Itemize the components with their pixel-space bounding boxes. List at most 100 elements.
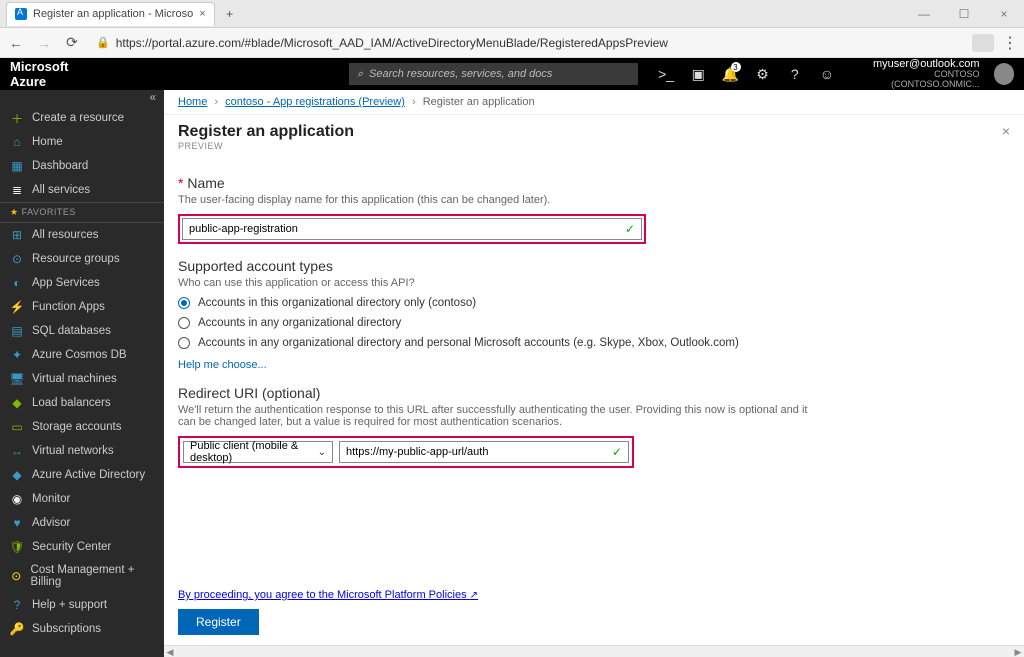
sidebar-item-home[interactable]: ⌂Home xyxy=(0,130,164,154)
redirect-type-select[interactable]: Public client (mobile & desktop) ⌄ xyxy=(183,441,333,463)
radio-label: Accounts in this organizational director… xyxy=(198,297,476,309)
window-close-icon[interactable]: × xyxy=(984,0,1024,28)
directory-filter-icon[interactable]: ▣ xyxy=(686,58,710,90)
help-icon[interactable]: ? xyxy=(783,58,807,90)
user-account[interactable]: myuser@outlook.com CONTOSO (CONTOSO.ONMI… xyxy=(853,58,980,90)
feedback-icon[interactable]: ☺ xyxy=(815,58,839,90)
sidebar-item-label: SQL databases xyxy=(32,325,111,337)
radio-icon xyxy=(178,317,190,329)
window-controls: — ☐ × xyxy=(904,0,1024,28)
notifications-icon[interactable]: 🔔3 xyxy=(718,58,742,90)
sidebar-item-function-apps[interactable]: ⚡Function Apps xyxy=(0,295,164,319)
sidebar-item-storage-accounts[interactable]: ▭Storage accounts xyxy=(0,415,164,439)
sidebar-item-virtual-machines[interactable]: 🖥Virtual machines xyxy=(0,367,164,391)
sidebar-item-load-balancers[interactable]: ◆Load balancers xyxy=(0,391,164,415)
avatar[interactable] xyxy=(994,63,1014,85)
browser-address-bar: ← → ⟳ 🔒 https://portal.azure.com/#blade/… xyxy=(0,28,1024,58)
sidebar-item-resource-groups[interactable]: ⊙Resource groups xyxy=(0,247,164,271)
sidebar-item-azure-ad[interactable]: ◆Azure Active Directory xyxy=(0,463,164,487)
window-maximize-icon[interactable]: ☐ xyxy=(944,0,984,28)
settings-icon[interactable]: ⚙ xyxy=(751,58,775,90)
sidebar-item-dashboard[interactable]: ▦ Dashboard xyxy=(0,154,164,178)
sidebar-item-all-services[interactable]: ≣All services xyxy=(0,178,164,202)
sidebar-item-label: Cost Management + Billing xyxy=(31,564,154,588)
all-services-icon: ≣ xyxy=(10,183,24,197)
check-icon: ✓ xyxy=(612,445,622,459)
breadcrumb-current: Register an application xyxy=(423,96,535,108)
blade-close-icon[interactable]: × xyxy=(1002,123,1010,139)
global-search-input[interactable]: ⌕ Search resources, services, and docs xyxy=(349,63,638,85)
platform-policies-link[interactable]: By proceeding, you agree to the Microsof… xyxy=(178,589,478,601)
browser-titlebar: Register an application - Microso × + — … xyxy=(0,0,1024,28)
sidebar-item-label: App Services xyxy=(32,277,100,289)
sidebar-item-all-resources[interactable]: ⊞All resources xyxy=(0,223,164,247)
left-nav-sidebar: « ＋Create a resource⌂Home ▦ Dashboard ≣All … xyxy=(0,90,164,657)
new-tab-button[interactable]: + xyxy=(219,3,241,25)
breadcrumb-home[interactable]: Home xyxy=(178,96,207,108)
tab-favicon xyxy=(15,8,27,20)
account-type-option-2[interactable]: Accounts in any organizational directory… xyxy=(178,337,818,349)
security-center-icon: 🛡 xyxy=(10,540,24,554)
sidebar-item-app-services[interactable]: ◐App Services xyxy=(0,271,164,295)
redirect-uri-input[interactable]: ✓ xyxy=(339,441,629,463)
sidebar-item-create-resource[interactable]: ＋Create a resource xyxy=(0,106,164,130)
name-heading: Name xyxy=(178,175,818,191)
sidebar-item-label: Dashboard xyxy=(32,160,88,172)
nav-forward-icon[interactable]: → xyxy=(34,33,54,53)
sidebar-item-security-center[interactable]: 🛡Security Center xyxy=(0,535,164,559)
cloud-shell-icon[interactable]: >_ xyxy=(654,58,678,90)
lock-icon: 🔒 xyxy=(96,36,110,49)
sidebar-item-sql-databases[interactable]: ▤ SQL databases xyxy=(0,319,164,343)
cosmos-db-icon: ✦ xyxy=(10,348,24,362)
sidebar-item-advisor[interactable]: ♥Advisor xyxy=(0,511,164,535)
browser-menu-icon[interactable]: ⋮ xyxy=(1002,33,1018,53)
sql-databases-icon: ▤ xyxy=(10,324,24,338)
home-icon: ⌂ xyxy=(10,135,24,149)
sidebar-item-cosmos-db[interactable]: ✦Azure Cosmos DB xyxy=(0,343,164,367)
virtual-networks-icon: ↔ xyxy=(10,444,24,458)
radio-icon xyxy=(178,337,190,349)
horizontal-scrollbar[interactable]: ◀ ▶ xyxy=(164,645,1024,657)
sidebar-item-virtual-networks[interactable]: ↔ Virtual networks xyxy=(0,439,164,463)
register-button[interactable]: Register xyxy=(178,609,259,635)
sidebar-collapse-icon[interactable]: « xyxy=(0,90,164,106)
resource-groups-icon: ⊙ xyxy=(10,252,24,266)
user-tenant: CONTOSO (CONTOSO.ONMIC... xyxy=(853,70,980,90)
profile-pill[interactable] xyxy=(972,34,994,52)
sidebar-item-subscriptions[interactable]: 🔑Subscriptions xyxy=(0,617,164,641)
account-type-option-0[interactable]: Accounts in this organizational director… xyxy=(178,297,818,309)
radio-icon xyxy=(178,297,190,309)
help-support-icon: ? xyxy=(10,598,24,612)
scroll-right-icon[interactable]: ▶ xyxy=(1012,646,1024,657)
url-text: https://portal.azure.com/#blade/Microsof… xyxy=(116,36,668,50)
url-display[interactable]: 🔒 https://portal.azure.com/#blade/Micros… xyxy=(90,32,964,54)
sidebar-item-label: Create a resource xyxy=(32,112,124,124)
sidebar-item-monitor[interactable]: ◉Monitor xyxy=(0,487,164,511)
account-type-option-1[interactable]: Accounts in any organizational directory xyxy=(178,317,818,329)
sidebar-item-label: Virtual networks xyxy=(32,445,114,457)
redirect-uri-field[interactable] xyxy=(346,446,612,458)
sidebar-item-help-support[interactable]: ? Help + support xyxy=(0,593,164,617)
monitor-icon: ◉ xyxy=(10,492,24,506)
sidebar-item-label: Help + support xyxy=(32,599,107,611)
app-name-input[interactable]: ✓ xyxy=(182,218,642,240)
scroll-left-icon[interactable]: ◀ xyxy=(164,646,176,657)
sidebar-item-label: Load balancers xyxy=(32,397,111,409)
dashboard-icon: ▦ xyxy=(10,159,24,173)
window-minimize-icon[interactable]: — xyxy=(904,0,944,28)
nav-reload-icon[interactable]: ⟳ xyxy=(62,33,82,53)
browser-tab[interactable]: Register an application - Microso × xyxy=(6,2,215,26)
help-me-choose-link[interactable]: Help me choose... xyxy=(178,359,267,371)
redirect-desc: We'll return the authentication response… xyxy=(178,404,818,428)
notification-badge: 3 xyxy=(731,62,741,72)
tab-close-icon[interactable]: × xyxy=(199,8,205,20)
chevron-down-icon: ⌄ xyxy=(318,447,326,458)
search-icon: ⌕ xyxy=(357,68,363,81)
sidebar-item-label: Virtual machines xyxy=(32,373,117,385)
breadcrumb-mid[interactable]: contoso - App registrations (Preview) xyxy=(225,96,405,108)
sidebar-item-cost-billing[interactable]: ⊙Cost Management + Billing xyxy=(0,559,164,593)
app-name-field[interactable] xyxy=(189,223,625,235)
nav-back-icon[interactable]: ← xyxy=(6,33,26,53)
all-resources-icon: ⊞ xyxy=(10,228,24,242)
favorites-header: ★ FAVORITES xyxy=(0,202,164,223)
